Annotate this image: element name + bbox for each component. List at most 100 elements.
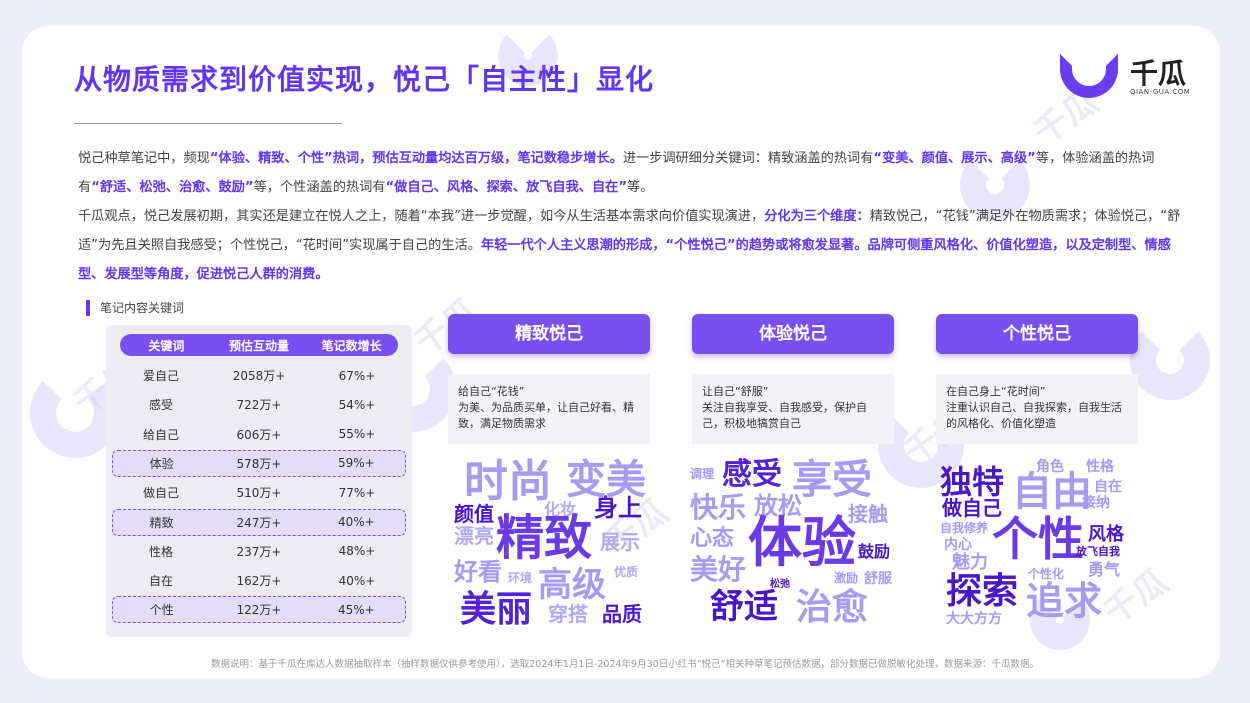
- table-cell-growth: 54%+: [338, 397, 376, 412]
- table-row: 自在 162万+ 40%+: [112, 567, 406, 594]
- word-cloud-term: 接纳: [1082, 495, 1110, 511]
- category-description: 在自己身上“花时间” 注重认识自己、自我探索，自我生活的风格化、价值化塑造: [936, 374, 1138, 444]
- table-cell-interaction: 162万+: [236, 574, 282, 589]
- page-title: 从物质需求到价值实现，悦己「自主性」显化: [74, 63, 655, 96]
- word-cloud: 时尚 变美 颜值 化妆 身上 漂亮 精致 展示 好看 环境 高级 优质 美丽 穿搭 品质: [444, 452, 654, 630]
- table-header-cell: 关键词: [148, 338, 185, 353]
- intro-segment: 千瓜观点，悦己发展初期，其实还是建立在悦人之上，随着“本我”进一步觉醒，如今从生…: [78, 209, 765, 224]
- description-line: 关注自我享受、自我感受，保护自己，积极地犒赏自己: [702, 401, 867, 430]
- word-cloud-term: 追求: [1026, 579, 1103, 623]
- table-row: 个性 122万+ 45%+: [112, 596, 406, 624]
- intro-highlight: “变美、颜值、展示、高级”: [873, 151, 1036, 166]
- word-cloud-term: 勇气: [1088, 560, 1121, 579]
- word-cloud-term: 调理: [690, 467, 715, 481]
- logo-text: 千瓜: [1130, 57, 1187, 90]
- table-header-cell: 预估互动量: [229, 338, 290, 353]
- table-cell-keyword: 自在: [148, 574, 173, 589]
- word-cloud-term: 时尚: [464, 456, 552, 507]
- table-cell-keyword: 个性: [149, 603, 174, 618]
- intro-highlight: “体验、精致、个性”热词，预估互动量均达百万级，笔记数稳步增长。: [209, 151, 623, 166]
- word-cloud-term: 个性: [992, 512, 1084, 566]
- data-footnote: 数据说明：基于千瓜在库达人数据抽取样本（抽样数据仅供参考使用），选取2024年1…: [210, 659, 1040, 670]
- intro-highlight: “舒适、松弛、治愈、鼓励”: [91, 180, 254, 195]
- table-cell-growth: 67%+: [338, 368, 376, 383]
- description-line: 在自己身上“花时间”: [946, 385, 1046, 398]
- description-line: 让自己“舒服”: [702, 385, 769, 398]
- keyword-table: 关键词 预估互动量 笔记数增长 爱自己 2058万+ 67%+ 感受 722万+ 54%+…: [106, 325, 412, 637]
- table-cell-interaction: 510万+: [236, 486, 282, 501]
- word-cloud-term: 感受: [722, 457, 782, 492]
- table-header: 关键词 预估互动量 笔记数增长: [120, 334, 398, 356]
- table-cell-keyword: 性格: [148, 544, 173, 559]
- table-row: 性格 237万+ 48%+: [112, 538, 406, 565]
- table-cell-growth: 45%+: [337, 602, 375, 617]
- table-cell-growth: 40%+: [337, 515, 375, 529]
- word-cloud-term: 自在: [1094, 479, 1122, 495]
- title-divider: [74, 123, 342, 124]
- table-row: 体验 578万+ 59%+: [112, 449, 406, 477]
- table-cell-keyword: 给自己: [142, 427, 179, 442]
- table-row: 感受 722万+ 54%+: [112, 391, 406, 418]
- table-cell-growth: 59%+: [337, 456, 375, 471]
- word-cloud-term: 穿搭: [548, 602, 588, 626]
- table-cell-keyword: 爱自己: [142, 369, 179, 383]
- word-cloud-term: 品质: [602, 602, 642, 626]
- intro-paragraph-2: 千瓜观点，悦己发展初期，其实还是建立在悦人之上，随着“本我”进一步觉醒，如今从生…: [78, 202, 1188, 289]
- table-row: 精致 247万+ 40%+: [112, 508, 406, 536]
- table-row: 爱自己 2058万+ 67%+: [112, 362, 406, 389]
- intro-segment: 等。: [627, 180, 654, 195]
- table-cell-interaction: 578万+: [236, 456, 282, 471]
- word-cloud-term: 风格: [1088, 524, 1124, 545]
- word-cloud-term: 魅力: [952, 552, 988, 573]
- description-line: 为美、为品质买单，让自己好看、精致，满足物质需求: [458, 401, 634, 430]
- brand-logo: 千瓜 QIAN-GUA.COM: [1060, 52, 1200, 102]
- intro-segment: 等，个性涵盖的热词有: [253, 180, 386, 195]
- table-cell-interaction: 237万+: [236, 544, 282, 559]
- category-description: 让自己“舒服” 关注自我享受、自我感受，保护自己，积极地犒赏自己: [692, 374, 894, 444]
- intro-segment: 进一步调研细分关键词：精致涵盖的热词有: [622, 151, 874, 166]
- logo-subtext: QIAN-GUA.COM: [1130, 88, 1191, 96]
- word-cloud: 调理 感受 享受 快乐 放松 接触 心态 体验 鼓励 美好 松弛 激励 舒服 舒适 治愈: [688, 452, 898, 630]
- table-cell-interaction: 722万+: [236, 398, 282, 413]
- decor-arc: [1130, 320, 1210, 400]
- word-cloud-term: 心态: [690, 526, 735, 551]
- word-cloud-term: 精致: [496, 510, 593, 566]
- table-cell-growth: 40%+: [338, 573, 376, 588]
- word-cloud-term: 漂亮: [454, 524, 494, 548]
- word-cloud-term: 优质: [614, 565, 639, 579]
- word-cloud-term: 美好: [690, 553, 747, 586]
- description-line: 注重认识自己、自我探索，自我生活的风格化、价值化塑造: [946, 401, 1122, 430]
- word-cloud-term: 大大方方: [946, 611, 1002, 627]
- word-cloud-term: 身上: [594, 494, 642, 522]
- table-cell-growth: 77%+: [338, 485, 376, 500]
- word-cloud-term: 激励: [834, 571, 859, 585]
- word-cloud-term: 自由: [1012, 469, 1092, 515]
- word-cloud-term: 颜值: [454, 502, 494, 526]
- word-cloud-term: 高级: [538, 565, 606, 605]
- description-line: 给自己“花钱”: [458, 385, 525, 398]
- logo-icon: [1060, 54, 1118, 98]
- word-cloud-term: 治愈: [796, 587, 869, 628]
- word-cloud-term: 放飞自我: [1076, 545, 1120, 558]
- word-cloud-term: 舒适: [710, 587, 778, 627]
- intro-segment: 悦己种草笔记中，频现: [78, 151, 210, 166]
- table-cell-keyword: 体验: [149, 456, 174, 471]
- table-row: 做自己 510万+ 77%+: [112, 479, 406, 506]
- table-cell-interaction: 2058万+: [232, 369, 286, 383]
- word-cloud-term: 舒服: [864, 571, 892, 587]
- category-header-1: 精致悦己: [448, 314, 650, 354]
- intro-highlight: 分化为三个维度：: [764, 209, 870, 224]
- table-header-cell: 笔记数增长: [321, 338, 382, 353]
- intro-highlight: “做自己、风格、探索、放飞自我、自在”: [385, 180, 627, 195]
- word-cloud-term: 独特: [940, 463, 1005, 501]
- word-cloud-term: 快乐: [690, 491, 747, 524]
- table-section-label: 笔记内容关键词: [86, 300, 184, 316]
- intro-text: 悦己种草笔记中，频现“体验、精致、个性”热词，预估互动量均达百万级，笔记数稳步增…: [78, 144, 1188, 289]
- table-cell-growth: 55%+: [338, 427, 376, 442]
- table-cell-interaction: 122万+: [236, 603, 282, 618]
- word-cloud-term: 自我修养: [940, 521, 989, 535]
- word-cloud-term: 展示: [600, 530, 640, 554]
- table-cell-keyword: 精致: [149, 515, 174, 530]
- word-cloud-term: 鼓励: [858, 542, 891, 561]
- word-cloud-term: 内心: [944, 537, 972, 553]
